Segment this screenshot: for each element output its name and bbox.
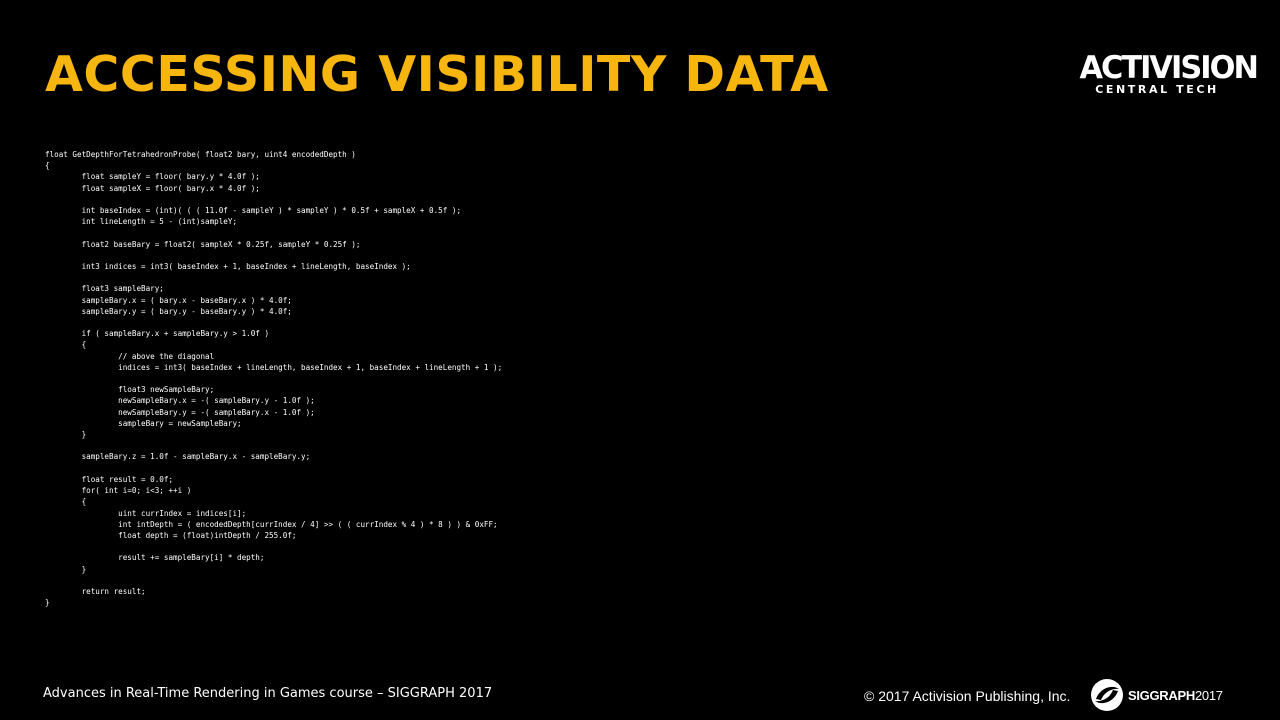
siggraph-name: SIGGRAPH xyxy=(1128,687,1195,703)
siggraph-wordmark: SIGGRAPH2017 xyxy=(1128,688,1223,703)
copyright-text: © 2017 Activision Publishing, Inc. xyxy=(864,688,1071,704)
siggraph-year: 2017 xyxy=(1194,687,1223,703)
logo-brand: ACTIVISION xyxy=(1079,50,1258,86)
siggraph-icon xyxy=(1091,679,1123,711)
activision-logo: ACTIVISION CENTRAL TECH xyxy=(1078,50,1258,102)
slide-title: ACCESSING VISIBILITY DATA xyxy=(45,46,829,103)
course-footer: Advances in Real-Time Rendering in Games… xyxy=(43,686,493,701)
siggraph-logo: SIGGRAPH2017 xyxy=(1090,678,1223,712)
code-block: float GetDepthForTetrahedronProbe( float… xyxy=(45,150,503,608)
